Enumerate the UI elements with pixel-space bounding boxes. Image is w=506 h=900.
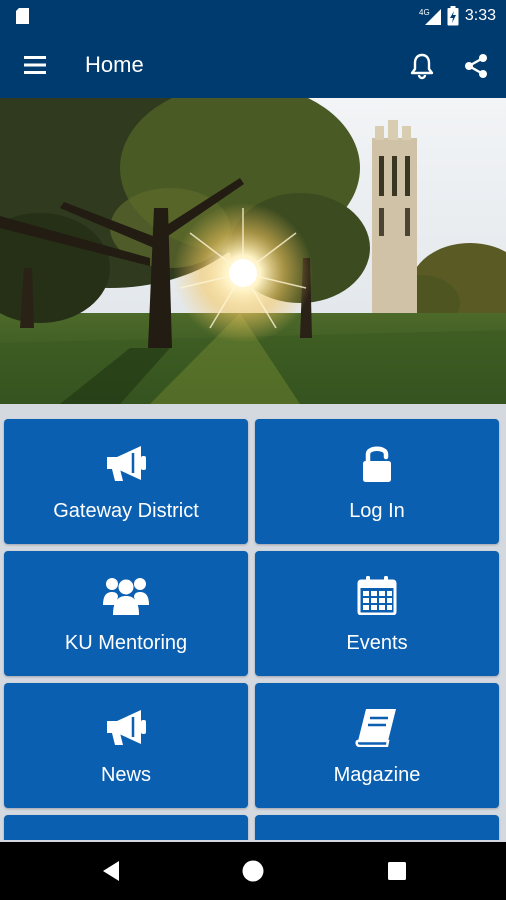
back-icon[interactable] [99,859,123,883]
app-bar: Home [0,32,506,98]
calendar-icon [357,576,397,615]
hero-image [0,98,506,404]
clock: 3:33 [464,7,496,24]
signal-icon: 4G [419,8,441,25]
megaphone-icon [107,710,146,745]
tile-magazine[interactable]: Magazine [255,683,499,808]
system-nav-bar [0,842,506,900]
tile-events[interactable]: Events [255,551,499,676]
tile-grid: Gateway District Log In KU Mentoring Eve… [0,404,506,840]
battery-icon [447,6,459,26]
sim-card-icon [16,8,29,24]
network-type: 4G [419,8,430,17]
bell-icon[interactable] [408,52,436,80]
megaphone-icon [107,446,146,481]
campanile-tower [372,120,417,313]
menu-icon[interactable] [22,53,48,77]
share-icon[interactable] [462,52,490,80]
home-icon[interactable] [241,859,265,883]
tile-partial-left[interactable] [4,815,248,840]
tile-label: Events [346,632,408,654]
book-icon [355,709,396,747]
tile-label: Magazine [333,764,421,786]
tile-label: KU Mentoring [64,632,188,654]
tile-gateway-district[interactable]: Gateway District [4,419,248,544]
tile-log-in[interactable]: Log In [255,419,499,544]
recents-icon[interactable] [385,859,409,883]
tile-label: News [100,764,151,786]
tile-ku-mentoring[interactable]: KU Mentoring [4,551,248,676]
status-bar: 4G 3:33 [0,0,506,32]
users-icon [103,578,149,615]
tile-news[interactable]: News [4,683,248,808]
tile-partial-right[interactable] [255,815,499,840]
tile-label: Gateway District [53,500,199,522]
unlock-icon [363,446,391,482]
tile-label: Log In [349,500,405,522]
page-title: Home [85,52,144,77]
